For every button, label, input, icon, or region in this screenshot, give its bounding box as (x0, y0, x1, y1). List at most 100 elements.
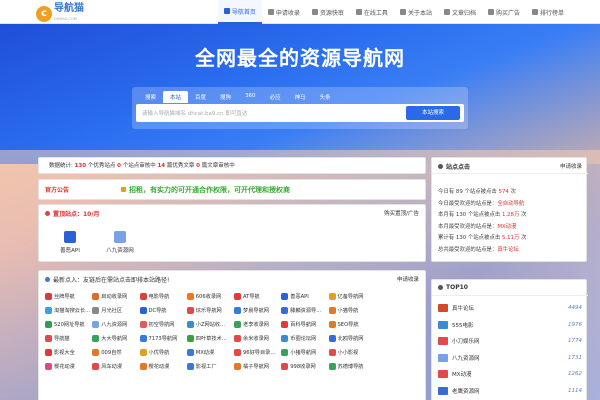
search-input[interactable]: 请输入导航猫域名 dhcat.ba9.cn 即可直达 (142, 109, 247, 117)
site-icon (328, 307, 336, 314)
search-tab[interactable]: 神马 (288, 91, 313, 103)
menu-item-ranking[interactable]: 排行榜单 (526, 0, 570, 24)
menu-item-ads[interactable]: 购买广告 (482, 0, 526, 24)
top10-count: 1262 (568, 371, 582, 377)
site-icon (92, 363, 100, 370)
link-item[interactable]: 余米收录网 (234, 335, 281, 342)
link-label: 小优导航 (148, 350, 170, 356)
site-icon (186, 335, 194, 342)
link-item[interactable]: 樱花动漫 (45, 363, 92, 370)
link-item[interactable]: 初空导航网 (139, 321, 187, 328)
site-icon (92, 335, 100, 342)
link-item[interactable]: 苏德博导航 (328, 363, 376, 370)
link-item[interactable]: 小小影视 (328, 349, 376, 356)
cat-logo-icon: c (36, 6, 52, 22)
top10-row[interactable]: 真牛论坛 4494 (438, 304, 582, 312)
top10-row[interactable]: 八九资源网 1731 (438, 353, 582, 362)
link-item[interactable]: 炫乐导航网 (186, 307, 234, 314)
site-icon (92, 321, 100, 328)
pinned-site[interactable]: 善恶API (55, 231, 85, 254)
menu-item-apply[interactable]: 申请收录 (262, 0, 306, 24)
link-label: 四叶草技术... (195, 336, 227, 342)
link-item[interactable]: 币圈论坛网 (281, 335, 328, 342)
search-button[interactable]: 本站搜索 (406, 106, 460, 120)
tools-icon (355, 9, 362, 15)
top10-row[interactable]: MX动漫 1262 (438, 370, 582, 378)
link-item[interactable]: 导航猫 (45, 335, 92, 342)
logo-text: 导航猫 (54, 3, 84, 14)
link-item[interactable]: 百科导航网 (281, 321, 328, 328)
link-item[interactable]: 520网址导航 (45, 321, 92, 328)
link-item[interactable]: 丝牌导航 (45, 293, 92, 300)
stat-unit: 次 (508, 189, 516, 195)
link-item[interactable]: 橘子导航网 (234, 363, 281, 370)
menu-item-about[interactable]: 关于本站 (394, 0, 438, 24)
link-item[interactable]: SEO导航 (328, 321, 376, 328)
link-item[interactable]: 北鸥导航网 (328, 335, 376, 342)
link-item[interactable]: 樱花动漫 (139, 363, 187, 370)
link-item[interactable]: 大大导航网 (92, 335, 139, 342)
apply-link[interactable]: 申请收录 (397, 275, 419, 283)
link-item[interactable]: 影视大全 (45, 349, 92, 356)
site-icon (139, 349, 147, 356)
menu-item-home[interactable]: 导航首页 (217, 0, 262, 24)
link-item[interactable]: 风车动漫 (92, 363, 139, 370)
search-tab[interactable]: 搜狗 (213, 91, 238, 103)
logo[interactable]: c 导航猫 DHMAO.COM (36, 3, 84, 25)
link-label: 丝牌导航 (54, 294, 75, 300)
link-item[interactable]: 四叶草技术... (186, 335, 234, 342)
menu-item-tools[interactable]: 在线工具 (350, 0, 394, 24)
top10-row[interactable]: 555电影 1976 (438, 320, 582, 329)
stat-value: 真牛论坛 (497, 246, 519, 253)
search-tab[interactable]: 头条 (313, 91, 338, 103)
link-item[interactable]: 月光社区 (92, 307, 139, 314)
site-icon (45, 335, 52, 342)
link-item[interactable]: 影视工厂 (186, 363, 234, 370)
link-item[interactable]: 小猫导航 (328, 307, 376, 314)
link-item[interactable]: 电影导航 (139, 293, 187, 300)
link-item[interactable]: AT导航 (234, 293, 281, 300)
link-item[interactable]: 八九资源网 (92, 321, 139, 328)
link-item[interactable]: 老李收录网 (234, 321, 281, 328)
link-item[interactable]: 606收录网 (186, 293, 234, 300)
main-menu: 导航首页 申请收录 资源快审 在线工具 关于本站 文章归档 购买广告 排行榜单 (217, 0, 570, 24)
stat-text: 今日最受欢迎的站点是： (438, 200, 498, 207)
site-icon (438, 353, 448, 362)
link-label: 小Z网站收... (195, 322, 226, 328)
link-item[interactable]: DC导航 (139, 307, 187, 314)
link-item[interactable]: 善恶API (281, 293, 328, 300)
search-tab[interactable]: 360 (238, 91, 263, 103)
link-item[interactable]: 启动收录网 (92, 293, 139, 300)
link-item[interactable]: 淘猫淘搜云长... (45, 307, 92, 314)
top10-row[interactable]: 老鹰资源网 1114 (438, 386, 582, 395)
link-item[interactable]: 009自然 (92, 349, 139, 356)
link-item[interactable]: 小Z网站收... (186, 321, 234, 328)
notice-text[interactable]: 招租，有实力的可开通合作权限，可开代理和授权商 (129, 185, 290, 195)
stat-value: 5.11万 (501, 235, 520, 241)
menu-item-quick-review[interactable]: 资源快审 (306, 0, 350, 24)
link-item[interactable]: 998收录网 (281, 363, 328, 370)
apply-link[interactable]: 申请收录 (560, 162, 582, 170)
search-tab[interactable]: 百度 (188, 91, 213, 103)
bell-icon (45, 277, 50, 282)
pinned-site[interactable]: 八九资源网 (105, 231, 135, 254)
search-tab[interactable]: 搜索 (138, 91, 163, 103)
link-item[interactable]: 小优导航 (139, 349, 187, 356)
top10-row[interactable]: 小刀娱乐网 1774 (438, 337, 582, 345)
site-icon (281, 335, 289, 342)
link-item[interactable]: 滕麟资源导... (281, 307, 328, 314)
link-item[interactable]: 小猪导航网 (281, 349, 328, 356)
link-item[interactable]: 7173导航网 (139, 335, 187, 342)
search-tab[interactable]: 必应 (263, 91, 288, 103)
menu-item-archive[interactable]: 文章归档 (438, 0, 482, 24)
search-tab-active[interactable]: 本站 (163, 91, 189, 103)
site-icon (45, 363, 52, 370)
buy-ad-link[interactable]: 购买置顶/广告 (384, 209, 419, 217)
site-icon (281, 321, 289, 328)
review-icon (311, 9, 318, 15)
click-stat-line: 累计有 130 个站点被点击 5.11万 次 (438, 233, 526, 241)
link-item[interactable]: 梦晨导航网 (234, 307, 281, 314)
link-item[interactable]: 96好导目录... (234, 349, 281, 356)
link-item[interactable]: MX动漫 (186, 349, 234, 356)
link-item[interactable]: 亿备导航网 (328, 293, 376, 300)
